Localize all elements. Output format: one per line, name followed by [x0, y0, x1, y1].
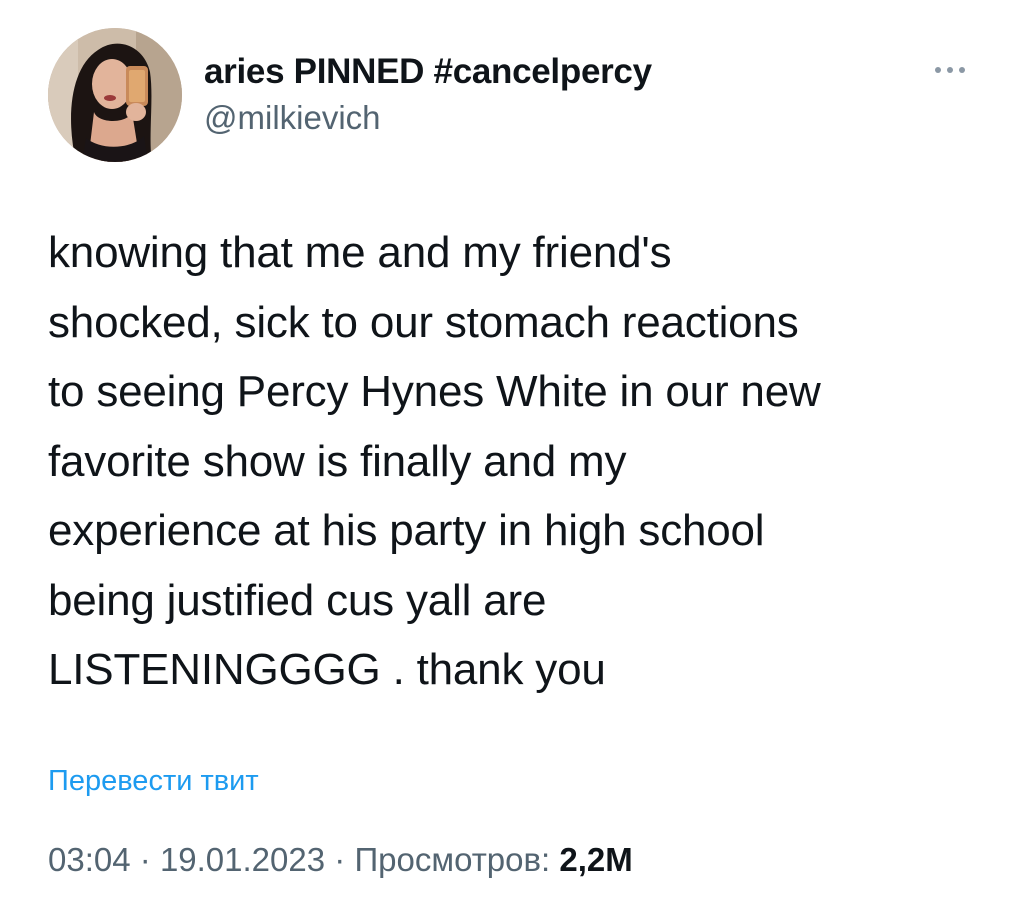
- tweet-text-line: being justified cus yall are: [48, 575, 547, 625]
- tweet-time[interactable]: 03:04: [48, 841, 131, 878]
- avatar[interactable]: [48, 28, 182, 162]
- tweet-text-line: experience at his party in high school: [48, 506, 765, 555]
- tweet-text-line: shocked, sick to our stomach reactions: [48, 297, 799, 347]
- tweet-text-line: favorite show is finally and my: [48, 436, 627, 486]
- views-label: Просмотров:: [354, 841, 551, 878]
- author-handle[interactable]: @milkievich: [204, 99, 381, 137]
- views-count: 2,2M: [559, 841, 633, 878]
- tweet-text-line: knowing that me and my friend's: [48, 228, 672, 277]
- tweet-text-line: LISTENINGGGG . thank you: [48, 645, 606, 694]
- author-display-name[interactable]: aries PINNED #cancelpercy: [204, 52, 652, 92]
- more-horizontal-icon[interactable]: [930, 58, 970, 82]
- translate-tweet-link[interactable]: Перевести твит: [48, 765, 259, 798]
- tweet-meta: 03:04 · 19.01.2023 · Просмотров: 2,2M: [48, 841, 633, 879]
- tweet-date[interactable]: 19.01.2023: [160, 841, 325, 878]
- meta-separator: ·: [334, 841, 346, 878]
- tweet-text: knowing that me and my friend's shocked,…: [48, 218, 988, 705]
- avatar-photo: [48, 28, 182, 162]
- meta-separator: ·: [139, 841, 151, 878]
- tweet-text-line: to seeing Percy Hynes White in our new: [48, 367, 821, 416]
